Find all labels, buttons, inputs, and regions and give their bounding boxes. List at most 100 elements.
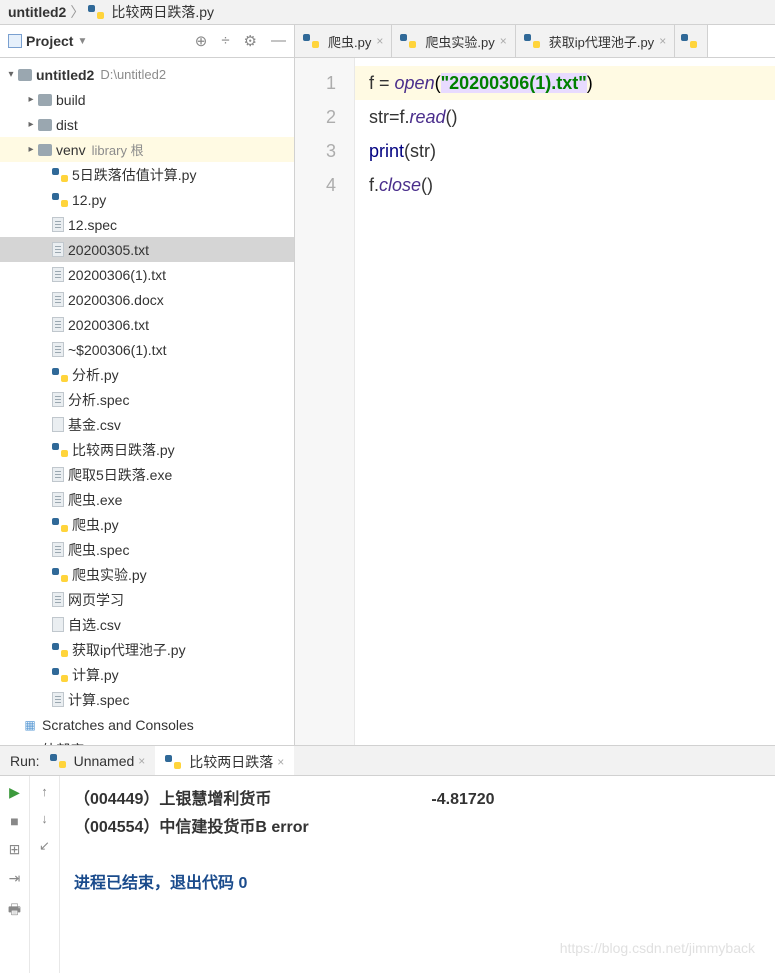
tree-file[interactable]: 自选.csv [0,612,294,637]
tab-more[interactable] [675,25,708,57]
code-line-1[interactable]: f = open("20200306(1).txt") [355,66,775,100]
tree-item[interactable]: ▦外部库 [0,737,294,745]
tree-file[interactable]: 分析.py [0,362,294,387]
py-icon [52,667,68,683]
folder-icon [38,94,52,106]
tree-file[interactable]: ~$200306(1).txt [0,337,294,362]
stop-icon[interactable]: ■ [10,813,18,829]
wrap-icon[interactable]: ⇥ [9,870,21,887]
run-tab-unnamed[interactable]: Unnamed × [40,746,156,775]
csv-icon [52,617,64,632]
close-icon[interactable]: × [376,34,383,48]
collapse-icon[interactable]: ÷ [221,32,229,50]
file-icon [52,592,64,607]
file-icon [52,267,64,282]
csv-icon [52,417,64,432]
tree-file[interactable]: 20200306.txt [0,312,294,337]
python-icon [524,33,540,49]
console-row: （004554）中信建投货币B error [74,814,761,842]
tree-file[interactable]: 计算.py [0,662,294,687]
console-tools: ▶ ■ ⊞ ⇥ 🖶 [0,776,30,973]
chevron-right-icon[interactable]: ▸ [24,94,38,105]
close-icon[interactable]: × [659,34,666,48]
py-icon [52,367,68,383]
python-icon [50,753,66,769]
py-icon [52,567,68,583]
editor-tabs: 爬虫.py×爬虫实验.py×获取ip代理池子.py× [295,25,775,58]
tree-file[interactable]: 爬虫实验.py [0,562,294,587]
layout-icon[interactable]: ⊞ [9,841,21,858]
tree-folder[interactable]: ▸build [0,87,294,112]
file-icon [52,242,64,257]
chevron-right-icon[interactable]: ▸ [24,144,38,155]
code-line-3[interactable]: print(str) [369,134,775,168]
lib-icon: ▦ [22,742,38,746]
python-icon [303,33,319,49]
py-icon [52,517,68,533]
sidebar-title[interactable]: Project ▼ [8,33,87,49]
chevron-down-icon[interactable]: ▾ [4,69,18,80]
chevron-down-icon: ▼ [77,36,87,47]
gutter: 1 2 3 4 [295,58,355,745]
hide-icon[interactable]: — [271,32,286,50]
watermark: https://blog.csdn.net/jimmyback [560,940,755,956]
tree-folder[interactable]: ▸dist [0,112,294,137]
arrow-left-icon[interactable]: ↙ [39,838,50,854]
tree-file[interactable]: 爬虫.spec [0,537,294,562]
console-nav: ↑ ↓ ↙ [30,776,60,973]
chevron-right-icon[interactable]: ▸ [24,119,38,130]
python-icon [681,33,697,49]
tree-file[interactable]: 分析.spec [0,387,294,412]
tree-file[interactable]: 5日跌落估值计算.py [0,162,294,187]
run-label: Run: [10,753,40,769]
tree-folder[interactable]: ▸venvlibrary 根 [0,137,294,162]
close-icon[interactable]: × [500,34,507,48]
editor-tab[interactable]: 获取ip代理池子.py× [516,25,675,57]
breadcrumb-bar: untitled2 〉 比较两日跌落.py [0,0,775,25]
file-icon [52,392,64,407]
breadcrumb-root[interactable]: untitled2 [8,4,66,20]
py-icon [52,167,68,183]
run-icon[interactable]: ▶ [9,784,20,801]
print-icon[interactable]: 🖶 [8,899,21,923]
arrow-down-icon[interactable]: ↓ [41,811,48,826]
breadcrumb: untitled2 〉 比较两日跌落.py [8,2,214,22]
file-icon [52,292,64,307]
tree-file[interactable]: 爬虫.py [0,512,294,537]
tree-file[interactable]: 爬取5日跌落.exe [0,462,294,487]
breadcrumb-file[interactable]: 比较两日跌落.py [88,2,214,22]
file-icon [52,342,64,357]
py-icon [52,642,68,658]
code-line-2[interactable]: str=f.read() [369,100,775,134]
tree-file[interactable]: 比较两日跌落.py [0,437,294,462]
project-sidebar: Project ▼ ⊕ ÷ ⚙ — ▾ untitled2 D:\untitle… [0,25,295,745]
tree-file[interactable]: 计算.spec [0,687,294,712]
tree-file[interactable]: 基金.csv [0,412,294,437]
tree-file[interactable]: 12.spec [0,212,294,237]
tree-item[interactable]: ▦Scratches and Consoles [0,712,294,737]
tree-root[interactable]: ▾ untitled2 D:\untitled2 [0,62,294,87]
tree-file[interactable]: 20200305.txt [0,237,294,262]
tree-file[interactable]: 爬虫.exe [0,487,294,512]
locate-icon[interactable]: ⊕ [195,32,208,50]
editor-tab[interactable]: 爬虫实验.py× [392,25,515,57]
close-icon[interactable]: × [138,754,145,768]
chevron-right-icon: 〉 [70,2,84,22]
project-tree[interactable]: ▾ untitled2 D:\untitled2 ▸build▸dist▸ven… [0,58,294,745]
tree-file[interactable]: 获取ip代理池子.py [0,637,294,662]
folder-icon [38,119,52,131]
tree-file[interactable]: 20200306.docx [0,287,294,312]
editor-tab[interactable]: 爬虫.py× [295,25,392,57]
close-icon[interactable]: × [277,755,284,769]
tree-file[interactable]: 网页学习 [0,587,294,612]
py-icon [52,442,68,458]
gear-icon[interactable]: ⚙ [244,32,257,50]
tree-file[interactable]: 12.py [0,187,294,212]
run-tab-current[interactable]: 比较两日跌落 × [155,746,294,775]
tree-file[interactable]: 20200306(1).txt [0,262,294,287]
py-icon [52,192,68,208]
code-editor[interactable]: 1 2 3 4 f = open("20200306(1).txt") str=… [295,58,775,745]
arrow-up-icon[interactable]: ↑ [41,784,48,799]
code-line-4[interactable]: f.close() [369,168,775,202]
scratch-icon: ▦ [22,717,38,733]
